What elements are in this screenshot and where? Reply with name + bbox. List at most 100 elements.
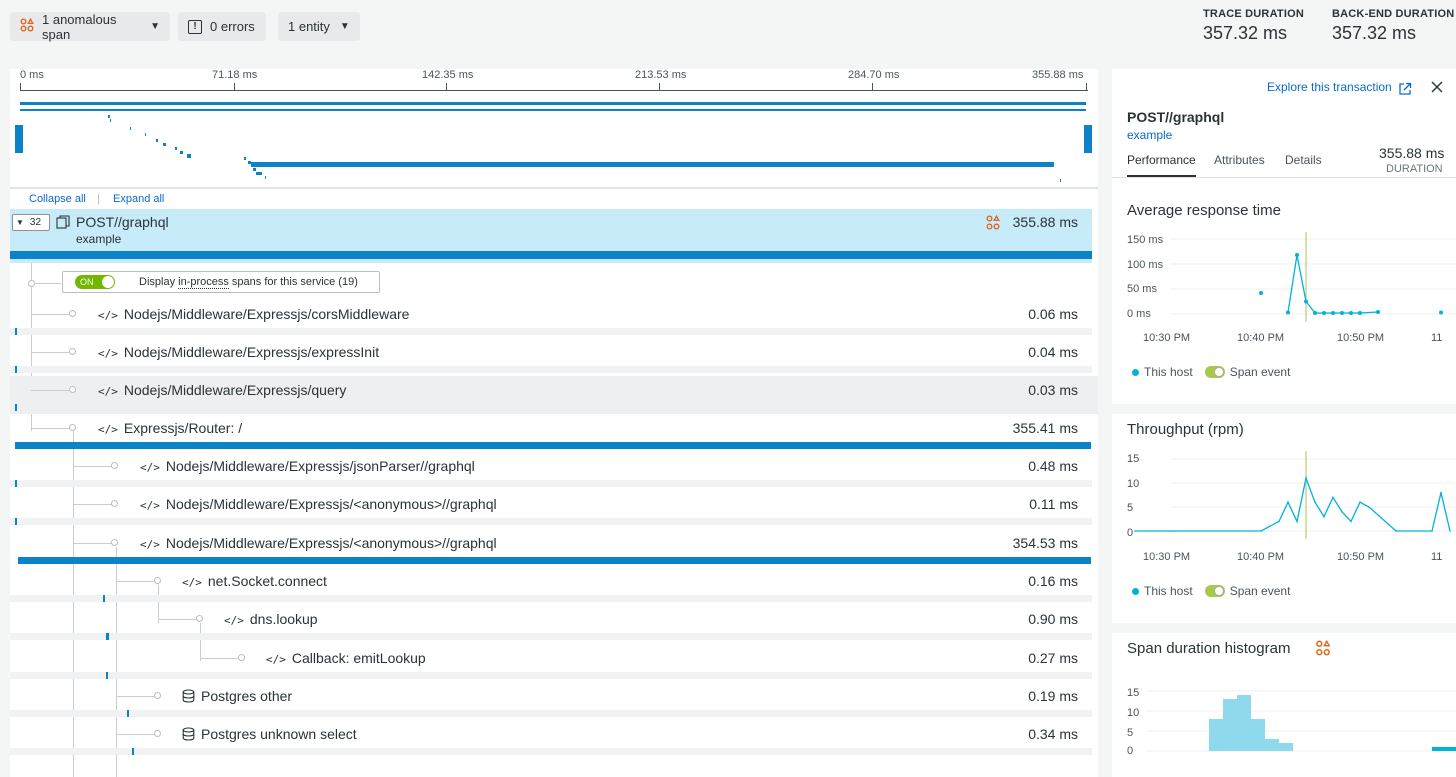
data-point — [1313, 311, 1317, 315]
in-process-link: in-process — [178, 275, 229, 289]
minimap-span — [156, 139, 158, 142]
span-duration: 354.53 ms — [1012, 535, 1078, 551]
minimap-handle-left[interactable] — [15, 125, 23, 153]
chevron-down-icon: ▼ — [16, 218, 24, 227]
data-point — [1314, 501, 1316, 503]
chevron-down-icon: ▼ — [150, 21, 160, 32]
span-bar — [103, 595, 105, 602]
span-name: Expressjs/Router: / — [123, 420, 243, 436]
tab-attributes[interactable]: Attributes — [1214, 153, 1265, 167]
code-icon: </> — [140, 499, 160, 512]
data-point — [1305, 477, 1307, 479]
legend-dot — [1132, 368, 1139, 376]
span-row[interactable]: </> Callback: emitLookup 0.27 ms — [10, 644, 1098, 682]
tree-line — [31, 428, 71, 429]
span-bar-track — [10, 366, 1092, 373]
error-icon: ! — [188, 19, 202, 34]
span-row-hovered[interactable]: </> Nodejs/Middleware/Expressjs/query 0.0… — [10, 376, 1098, 414]
x-tick-label: 10:50 PM — [1337, 332, 1385, 344]
root-span-row[interactable]: ▼ 32 POST//graphql example 355.88 ms — [10, 209, 1092, 263]
span-name: Callback: emitLookup — [291, 650, 426, 666]
span-row[interactable]: </> net.Socket.connect 0.16 ms — [10, 567, 1098, 605]
span-duration: 0.04 ms — [1028, 344, 1078, 360]
span-bar — [132, 748, 134, 755]
span-event-toggle[interactable] — [1204, 366, 1225, 378]
minimap-handle-right[interactable] — [1084, 125, 1092, 153]
span-bar-track — [10, 480, 1092, 487]
tabs-divider — [1112, 177, 1456, 178]
trace-minimap[interactable] — [15, 91, 1093, 188]
minimap-span — [180, 151, 183, 154]
span-label: </> Nodejs/Middleware/Expressjs/<anonymou… — [140, 535, 497, 551]
histogram-bar — [1265, 739, 1279, 751]
avg-response-chart — [1171, 232, 1456, 322]
span-label: Postgres unknown select — [182, 726, 357, 744]
tab-performance[interactable]: Performance — [1127, 153, 1196, 177]
minimap-span — [145, 133, 146, 136]
histogram-bar — [1279, 743, 1293, 751]
tree-line — [73, 466, 113, 467]
span-row[interactable]: Postgres unknown select 0.34 ms — [10, 720, 1098, 758]
span-bar-track — [10, 595, 1092, 602]
anomaly-icon — [20, 17, 34, 35]
span-event-toggle[interactable] — [1204, 585, 1225, 597]
span-row[interactable]: </> Nodejs/Middleware/Expressjs/<anonymou… — [10, 490, 1098, 528]
errors-filter[interactable]: ! 0 errors — [178, 12, 266, 41]
entity-label: 1 entity — [288, 19, 330, 34]
span-bar — [18, 557, 1091, 564]
span-bar — [15, 328, 17, 335]
span-row[interactable]: Postgres other 0.19 ms — [10, 682, 1098, 720]
span-duration: 0.11 ms — [1029, 496, 1078, 512]
close-icon[interactable] — [1430, 80, 1444, 99]
histogram-bar — [1209, 719, 1223, 751]
in-process-spans-toggle[interactable]: ON — [75, 275, 115, 289]
chevron-down-icon: ▼ — [339, 21, 350, 32]
data-point — [1395, 530, 1397, 532]
span-duration: 0.06 ms — [1028, 306, 1078, 322]
span-count: 32 — [29, 217, 42, 228]
code-icon: </> — [98, 385, 118, 398]
tree-line — [73, 504, 113, 505]
backend-duration-value: 357.32 ms — [1332, 23, 1417, 43]
span-name: Nodejs/Middleware/Expressjs/query — [123, 382, 347, 398]
x-tick-label: 10:40 PM — [1237, 332, 1285, 344]
span-row[interactable]: </> Nodejs/Middleware/Expressjs/corsMiddl… — [10, 300, 1098, 338]
span-row[interactable]: </> Expressjs/Router: / 355.41 ms — [10, 414, 1098, 452]
legend-span-event: Span event — [1229, 365, 1291, 379]
database-icon — [182, 689, 195, 706]
root-span-duration: 355.88 ms — [1012, 214, 1078, 230]
span-name: dns.lookup — [249, 611, 318, 627]
root-span-name: POST//graphql — [76, 214, 169, 230]
collapse-all-link[interactable]: Collapse all — [29, 193, 86, 205]
panel-duration-value: 355.88 ms — [1379, 145, 1445, 161]
tree-line — [31, 352, 71, 353]
tree-node — [69, 348, 76, 355]
span-row[interactable]: </> Nodejs/Middleware/Expressjs/<anonymou… — [10, 529, 1098, 567]
entity-filter[interactable]: 1 entity ▼ — [278, 12, 360, 41]
span-duration: 0.90 ms — [1028, 611, 1078, 627]
span-row[interactable]: </> Nodejs/Middleware/Expressjs/jsonParse… — [10, 452, 1098, 490]
code-icon: </> — [98, 347, 118, 360]
panel-title: POST//graphql — [1127, 109, 1225, 125]
minimap-span — [130, 127, 131, 130]
ruler-tick: 284.70 ms — [848, 69, 900, 81]
span-row[interactable]: </> Nodejs/Middleware/Expressjs/expressIn… — [10, 338, 1098, 376]
toggle-label-prefix: Display — [139, 276, 179, 288]
expand-all-link[interactable]: Expand all — [113, 193, 164, 205]
external-link-icon[interactable] — [1398, 82, 1412, 101]
x-tick-label: 11 — [1431, 332, 1443, 344]
span-count-toggle[interactable]: ▼ 32 — [12, 214, 50, 231]
data-point — [1332, 496, 1334, 499]
tab-details[interactable]: Details — [1285, 153, 1322, 167]
span-label: Postgres other — [182, 688, 292, 706]
span-name: Nodejs/Middleware/Expressjs/expressInit — [123, 344, 380, 360]
throughput-chart — [1134, 451, 1456, 539]
anomalous-span-filter[interactable]: 1 anomalous span ▼ — [10, 12, 170, 42]
span-row[interactable]: </> dns.lookup 0.90 ms — [10, 605, 1098, 643]
explore-transaction-link[interactable]: Explore this transaction — [1267, 80, 1392, 94]
code-icon: </> — [140, 461, 160, 474]
span-label: </> Nodejs/Middleware/Expressjs/query — [98, 382, 346, 398]
data-point — [1439, 310, 1443, 315]
panel-service-link[interactable]: example — [1127, 128, 1172, 142]
data-point — [1286, 310, 1290, 315]
